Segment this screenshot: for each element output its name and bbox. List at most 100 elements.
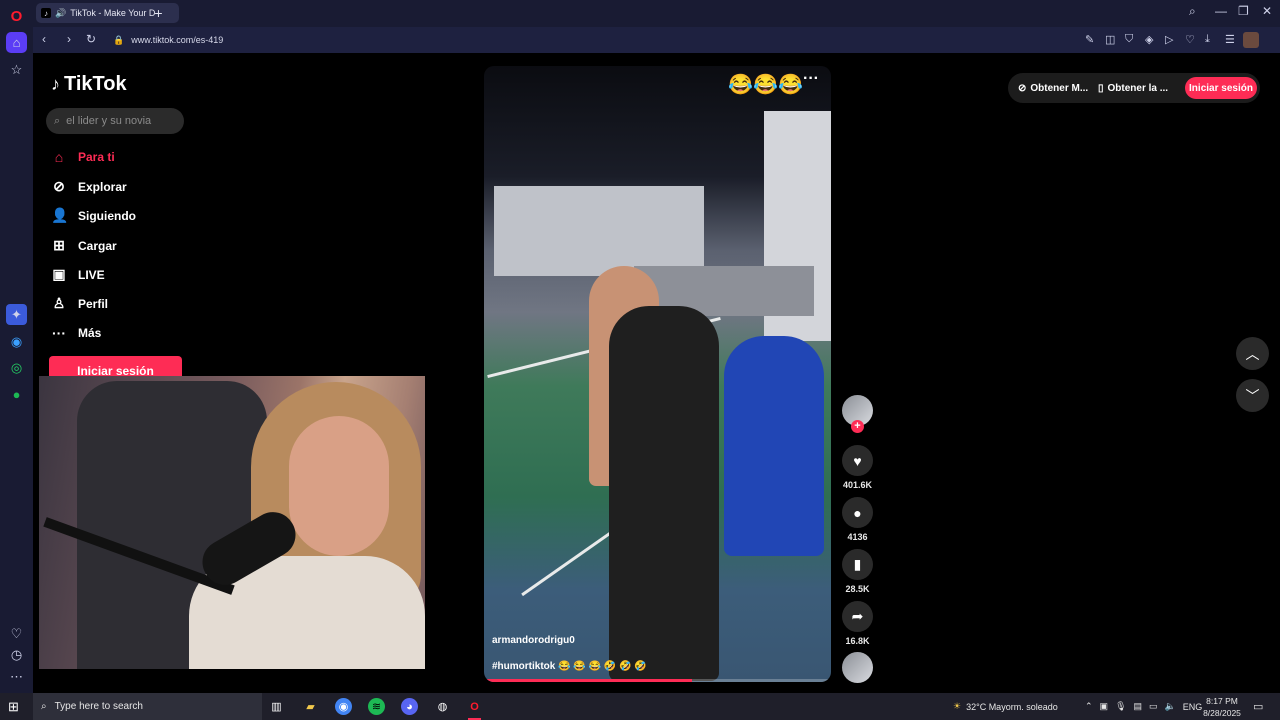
profile-icon: ♙ <box>52 295 66 311</box>
menu-item-siguiendo[interactable]: 👤 Siguiendo <box>51 207 136 224</box>
menu-item-explorar[interactable]: ⊘ Explorar <box>51 178 127 195</box>
easy-setup-icon[interactable]: ☰ <box>1225 33 1235 46</box>
share-action[interactable]: ➦ 16.8K <box>842 601 873 646</box>
share-icon[interactable]: ➦ <box>842 601 873 632</box>
heart-outline-icon[interactable]: ♡ <box>1185 33 1195 46</box>
maximize-button[interactable]: ❐ <box>1238 4 1249 18</box>
follow-plus-icon[interactable]: + <box>851 420 864 433</box>
video-username[interactable]: armandorodrigu0 <box>492 635 575 646</box>
menu-label: LIVE <box>78 267 105 282</box>
prev-video-chevron-up-icon[interactable]: ︿ <box>1236 337 1269 370</box>
minimize-button[interactable]: — <box>1215 4 1227 18</box>
video-progress[interactable] <box>484 679 831 682</box>
discord-icon[interactable]: ◕ <box>401 698 418 715</box>
profile-avatar-icon[interactable] <box>1243 32 1259 48</box>
obs-icon[interactable]: ◍ <box>434 698 451 715</box>
tab-bar: ♪ 🔊 TikTok - Make Your D + ⌕ — ❐ ✕ <box>33 0 1280 27</box>
network-icon[interactable]: ▤ <box>1134 701 1143 712</box>
opera-taskbar-icon[interactable]: O <box>466 698 483 720</box>
comment-icon[interactable]: ● <box>842 497 873 528</box>
like-action[interactable]: ♥ 401.6K <box>842 445 873 490</box>
display-icon[interactable]: ▭ <box>1149 701 1158 712</box>
messenger-icon[interactable]: ◉ <box>6 331 27 352</box>
get-app-button[interactable]: ▯ Obtener la ... <box>1098 73 1168 103</box>
upload-icon: ⊞ <box>53 237 65 253</box>
header-login-button[interactable]: Iniciar sesión <box>1185 77 1257 99</box>
person-black-shirt <box>609 306 719 681</box>
menu-item-para-ti[interactable]: ⌂ Para ti <box>51 149 115 165</box>
history-icon[interactable]: ◷ <box>6 644 27 665</box>
play-icon[interactable]: ▷ <box>1165 33 1173 46</box>
star-icon[interactable]: ☆ <box>6 59 27 80</box>
get-app-2-label: Obtener la ... <box>1107 82 1169 94</box>
menu-item-live[interactable]: ▣ LIVE <box>51 266 105 283</box>
reload-icon[interactable]: ↻ <box>86 32 96 46</box>
address-bar: ‹ › ↻ 🔒 www.tiktok.com/es-419 ✎ ◫ ⛉ ◈ ▷ … <box>33 27 1280 53</box>
tray-app-icon[interactable]: ▣ <box>1100 701 1109 712</box>
whatsapp-icon[interactable]: ◎ <box>6 357 27 378</box>
back-icon[interactable]: ‹ <box>42 32 46 46</box>
comment-action[interactable]: ● 4136 <box>842 497 873 542</box>
video-hashtags[interactable]: #humortiktok 😂 😂 😂 🤣 🤣 🤣 <box>492 661 647 672</box>
notification-icon[interactable]: ▭ <box>1253 693 1263 720</box>
menu-item-mas[interactable]: ··· Más <box>51 325 101 341</box>
tiktok-logo[interactable]: ♪ TikTok <box>51 73 127 96</box>
speaker-icon[interactable]: 🔊 <box>55 8 66 19</box>
chevron-up-icon[interactable]: ⌃ <box>1085 701 1093 712</box>
url-field[interactable]: 🔒 www.tiktok.com/es-419 <box>113 27 223 53</box>
bookmark-icon[interactable]: ▮ <box>842 549 873 580</box>
menu-label: Cargar <box>78 238 117 253</box>
more-icon[interactable]: ⋯ <box>6 666 27 687</box>
camera-icon[interactable]: ◫ <box>1105 33 1115 46</box>
menu-label: Explorar <box>78 179 127 194</box>
menu-item-perfil[interactable]: ♙ Perfil <box>51 295 108 312</box>
next-video-chevron-down-icon[interactable]: ﹀ <box>1236 379 1269 412</box>
microphone-icon[interactable]: 🎙 <box>1115 701 1126 712</box>
search-tabs-icon[interactable]: ⌕ <box>1189 4 1196 19</box>
heart-icon[interactable]: ♡ <box>6 623 27 644</box>
weather-widget[interactable]: ☀ 32°C Mayorm. soleado <box>953 693 1058 720</box>
save-action[interactable]: ▮ 28.5K <box>842 549 873 594</box>
vpn-icon[interactable]: ◈ <box>1145 33 1153 46</box>
more-options-icon[interactable]: ··· <box>803 70 819 88</box>
opera-logo-icon[interactable]: O <box>6 6 27 27</box>
music-disc-avatar[interactable] <box>842 652 873 683</box>
shield-icon[interactable]: ⛉ <box>1125 33 1133 46</box>
person-blue-dress <box>724 336 824 556</box>
video-player[interactable]: 😂😂😂 ··· armandorodrigu0 #humortiktok 😂 😂… <box>484 66 831 682</box>
new-tab-button[interactable]: + <box>151 6 166 21</box>
heart-icon[interactable]: ♥ <box>842 445 873 476</box>
tiktok-note-icon: ♪ <box>51 74 60 94</box>
task-view-icon[interactable]: ▥ <box>268 698 285 715</box>
search-icon: ⌕ <box>54 114 61 127</box>
chrome-icon[interactable]: ◉ <box>335 698 352 715</box>
forward-icon[interactable]: › <box>67 32 71 46</box>
aria-icon[interactable]: ✦ <box>6 304 27 325</box>
get-coins-button[interactable]: ⊘ Obtener M... <box>1018 73 1088 103</box>
file-explorer-icon[interactable]: ▰ <box>302 698 319 715</box>
like-count: 401.6K <box>842 480 873 490</box>
more-icon: ··· <box>52 325 66 341</box>
phone-icon: ▯ <box>1098 82 1104 94</box>
close-button[interactable]: ✕ <box>1262 4 1272 18</box>
video-progress-fill <box>484 679 693 682</box>
edit-icon[interactable]: ✎ <box>1085 33 1094 46</box>
menu-label: Para ti <box>78 150 115 164</box>
opera-sidebar: O ⌂ ☆ ✦ ◉ ◎ ● ♡ ◷ ⋯ <box>0 0 33 693</box>
menu-item-cargar[interactable]: ⊞ Cargar <box>51 237 117 254</box>
streamer-face <box>289 416 389 556</box>
taskbar-search[interactable]: ⌕ Type here to search <box>33 693 262 720</box>
search-input[interactable]: ⌕ el lider y su novia <box>46 108 184 134</box>
menu-label: Siguiendo <box>78 208 136 223</box>
language-indicator[interactable]: ENG <box>1183 702 1203 712</box>
share-count: 16.8K <box>845 636 870 646</box>
volume-icon[interactable]: 🔈 <box>1165 701 1176 712</box>
logo-text: TikTok <box>64 73 127 95</box>
clock[interactable]: 8:17 PM 8/28/2025 <box>1202 695 1242 719</box>
windows-start-icon[interactable]: ⊞ <box>8 699 19 715</box>
home-icon[interactable]: ⌂ <box>6 32 27 53</box>
sun-icon: ☀ <box>953 701 962 711</box>
download-icon[interactable]: ⤓ <box>1205 33 1210 46</box>
spotify-icon[interactable]: ≋ <box>368 698 385 715</box>
spotify-icon[interactable]: ● <box>6 384 27 405</box>
